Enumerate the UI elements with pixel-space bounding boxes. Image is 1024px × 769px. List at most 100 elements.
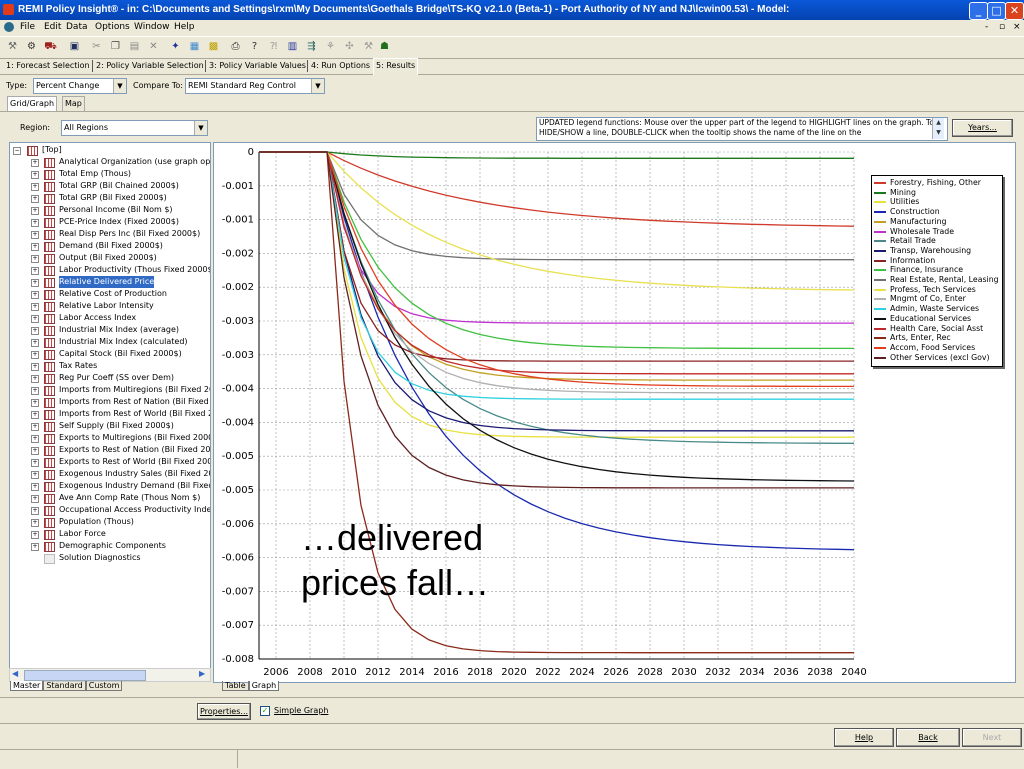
tab-policy-variable-selection[interactable]: 2: Policy Variable Selection <box>94 59 206 73</box>
mdi-minimize-button[interactable]: - <box>985 22 988 32</box>
tree-item[interactable]: + Exports to Multiregions (Bil Fixed 2000… <box>10 432 210 444</box>
wand-icon[interactable]: ⚒ <box>5 40 20 54</box>
settings-icon[interactable]: ✣ <box>342 40 357 54</box>
legend-item[interactable]: Construction <box>874 207 940 217</box>
graph-wizard-icon[interactable]: ✦ <box>168 40 183 54</box>
database-icon[interactable]: ▩ <box>206 40 221 54</box>
tree-item[interactable]: + Labor Force <box>10 528 210 540</box>
series-line[interactable] <box>259 151 854 400</box>
tree-item[interactable]: + Imports from Multiregions (Bil Fixed 20… <box>10 384 210 396</box>
mdi-close-button[interactable]: × <box>1013 22 1021 32</box>
tree-item[interactable]: + Personal Income (Bil Nom $) <box>10 204 210 216</box>
legend-note-textbox[interactable]: UPDATED legend functions: Mouse over the… <box>536 117 948 141</box>
legend-item[interactable]: Utilities <box>874 197 919 207</box>
copy-icon[interactable]: ❐ <box>108 40 123 54</box>
series-line[interactable] <box>259 151 854 432</box>
tree-item[interactable]: + Imports from Rest of Nation (Bil Fixed … <box>10 396 210 408</box>
expand-icon[interactable]: + <box>31 507 39 515</box>
tree-item[interactable]: + Analytical Organization (use graph opti… <box>10 156 210 168</box>
tab-graph[interactable]: Graph <box>248 681 280 691</box>
tree-item[interactable]: + Exports to Rest of Nation (Bil Fixed 20… <box>10 444 210 456</box>
expand-icon[interactable]: + <box>31 435 39 443</box>
tree-item[interactable]: + Population (Thous) <box>10 516 210 528</box>
legend-item[interactable]: Finance, Insurance <box>874 265 963 275</box>
expand-icon[interactable]: + <box>31 411 39 419</box>
expand-icon[interactable]: + <box>31 279 39 287</box>
scrollbar-thumb[interactable] <box>24 670 146 681</box>
tree-item[interactable]: + Self Supply (Bil Fixed 2000$) <box>10 420 210 432</box>
series-line[interactable] <box>259 151 855 227</box>
legend-item[interactable]: Manufacturing <box>874 217 946 227</box>
tree-item[interactable]: + Reg Pur Coeff (SS over Dem) <box>10 372 210 384</box>
tab-custom[interactable]: Custom <box>85 681 123 691</box>
legend-item[interactable]: Retail Trade <box>874 236 936 246</box>
tree-item[interactable]: + Exogenous Industry Demand (Bil Fixed <box>10 480 210 492</box>
export-icon[interactable]: ⇶ <box>304 40 319 54</box>
save-icon[interactable]: ▣ <box>67 40 82 54</box>
tab-table[interactable]: Table <box>222 681 249 691</box>
region-select[interactable]: All Regions ▼ <box>61 120 208 136</box>
tree-item[interactable]: + Industrial Mix Index (calculated) <box>10 336 210 348</box>
table-icon[interactable]: ▦ <box>187 40 202 54</box>
series-line[interactable] <box>259 151 854 159</box>
expand-icon[interactable]: + <box>31 159 39 167</box>
menu-data[interactable]: Data <box>66 22 88 32</box>
next-button[interactable]: Next <box>962 728 1022 747</box>
menu-edit[interactable]: Edit <box>44 22 61 32</box>
mdi-restore-button[interactable]: ▫ <box>999 22 1005 32</box>
expand-icon[interactable]: + <box>31 219 39 227</box>
tab-master[interactable]: Master <box>10 681 44 691</box>
tree-item[interactable]: + Imports from Rest of World (Bil Fixed 2… <box>10 408 210 420</box>
expand-icon[interactable]: + <box>31 543 39 551</box>
expand-icon[interactable]: + <box>31 195 39 203</box>
tree-item[interactable]: + Real Disp Pers Inc (Bil Fixed 2000$) <box>10 228 210 240</box>
expand-icon[interactable]: + <box>31 243 39 251</box>
tree-item[interactable]: + Demand (Bil Fixed 2000$) <box>10 240 210 252</box>
help-button[interactable]: Help <box>834 728 894 747</box>
tree-item[interactable]: + Relative Cost of Production <box>10 288 210 300</box>
expand-icon[interactable]: + <box>31 531 39 539</box>
maximize-button[interactable]: □ <box>987 2 1006 20</box>
legend-item[interactable]: Forestry, Fishing, Other <box>874 178 981 188</box>
tree-item[interactable]: + Capital Stock (Bil Fixed 2000$) <box>10 348 210 360</box>
tab-run-options[interactable]: 4: Run Options <box>309 59 372 73</box>
expand-icon[interactable]: + <box>31 231 39 239</box>
tree-item[interactable]: + PCE-Price Index (Fixed 2000$) <box>10 216 210 228</box>
tree-item[interactable]: + Labor Access Index <box>10 312 210 324</box>
scroll-right-icon[interactable]: ▶ <box>199 669 205 678</box>
expand-icon[interactable]: + <box>31 267 39 275</box>
context-help-icon[interactable]: ⁈ <box>266 40 281 54</box>
legend-item[interactable]: Transp, Warehousing <box>874 246 971 256</box>
expand-icon[interactable]: + <box>31 291 39 299</box>
tab-standard[interactable]: Standard <box>43 681 86 691</box>
expand-icon[interactable]: + <box>31 363 39 371</box>
help-icon[interactable]: ? <box>247 40 262 54</box>
expand-icon[interactable]: + <box>31 171 39 179</box>
menu-file[interactable]: File <box>20 22 35 32</box>
simple-graph-checkbox[interactable]: ✓ <box>260 706 270 716</box>
tree-item[interactable]: + Industrial Mix Index (average) <box>10 324 210 336</box>
series-line[interactable] <box>259 151 854 362</box>
tree-item[interactable]: + Exogenous Industry Sales (Bil Fixed 200 <box>10 468 210 480</box>
tab-policy-variable-values[interactable]: 3: Policy Variable Values <box>207 59 308 73</box>
wrench-icon[interactable]: ⚒ <box>361 40 376 54</box>
expand-icon[interactable]: + <box>31 255 39 263</box>
expand-icon[interactable]: + <box>31 351 39 359</box>
expand-icon[interactable]: + <box>31 327 39 335</box>
collapse-icon[interactable]: − <box>13 147 21 155</box>
legend-item[interactable]: Accom, Food Services <box>874 343 975 353</box>
tree-horizontal-scrollbar[interactable]: ◀ ▶ <box>9 668 211 682</box>
legend-item[interactable]: Information <box>874 256 935 266</box>
expand-icon[interactable]: + <box>31 375 39 383</box>
paste-icon[interactable]: ▤ <box>127 40 142 54</box>
close-button[interactable]: ✕ <box>1005 2 1024 20</box>
years-button[interactable]: Years... <box>952 119 1013 137</box>
tree-item[interactable]: + Tax Rates <box>10 360 210 372</box>
tree-item[interactable]: + Occupational Access Productivity Inde: <box>10 504 210 516</box>
tools-icon[interactable]: ⚘ <box>323 40 338 54</box>
expand-icon[interactable]: + <box>31 447 39 455</box>
tree-item[interactable]: + Exports to Rest of World (Bil Fixed 200… <box>10 456 210 468</box>
tree-item[interactable]: + Ave Ann Comp Rate (Thous Nom $) <box>10 492 210 504</box>
series-line[interactable] <box>259 151 854 350</box>
compare-select[interactable]: REMI Standard Reg Control ▼ <box>185 78 325 94</box>
